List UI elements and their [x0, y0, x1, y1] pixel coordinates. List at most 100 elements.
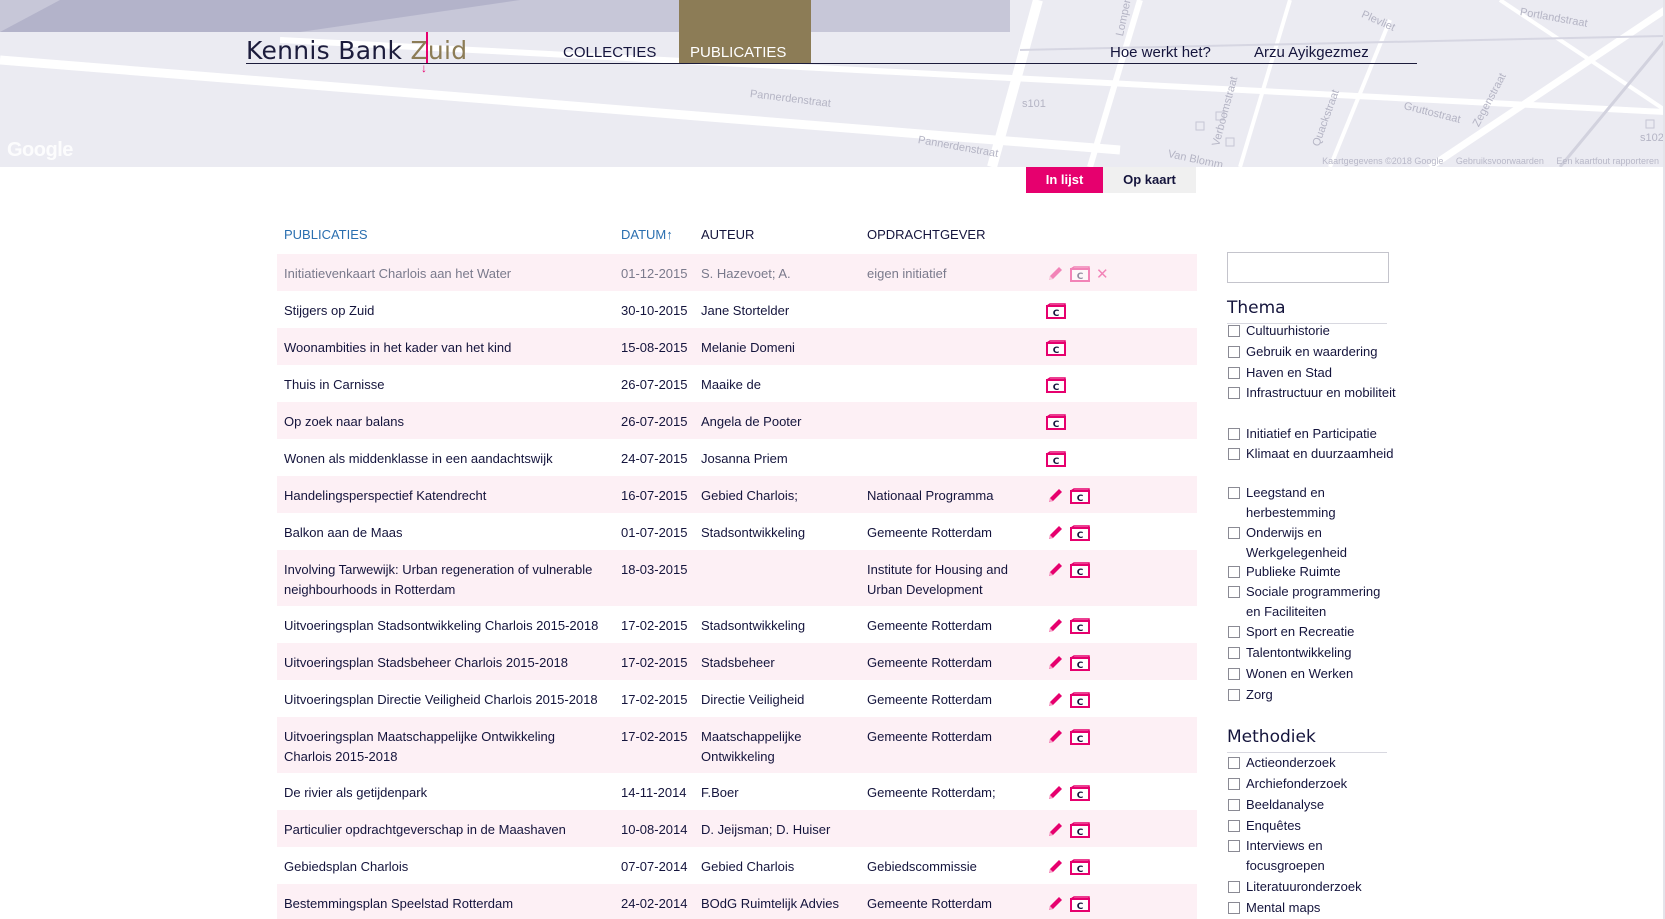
edit-pencil-icon[interactable] — [1046, 487, 1064, 505]
table-row[interactable]: Thuis in Carnisse 26-07-2015 Maaike de C — [277, 365, 1197, 402]
filter-checkbox[interactable] — [1228, 626, 1240, 638]
table-row[interactable]: Stijgers op Zuid 30-10-2015 Jane Stortelde… — [277, 291, 1197, 328]
table-row[interactable]: Bestemmingsplan Speelstad Rotterdam 24-02… — [277, 884, 1197, 919]
filter-checkbox[interactable] — [1228, 820, 1240, 832]
view-map-button[interactable]: Op kaart — [1103, 167, 1196, 193]
nav-user-menu[interactable]: Arzu Ayikgezmez — [1254, 44, 1369, 61]
collection-icon[interactable]: C — [1070, 488, 1090, 504]
map-header[interactable]: Portlandstraat Pannerdenstraat Pannerden… — [0, 0, 1665, 167]
publication-title[interactable]: Uitvoeringsplan Maatschappelijke Ontwikk… — [284, 727, 602, 767]
table-row[interactable]: Balkon aan de Maas 01-07-2015 Stadsontwikk… — [277, 513, 1197, 550]
edit-pencil-icon[interactable] — [1046, 561, 1064, 579]
publication-title[interactable]: Bestemmingsplan Speelstad Rotterdam — [284, 894, 602, 914]
collection-icon[interactable]: C — [1070, 562, 1090, 578]
table-row[interactable]: Gebiedsplan Charlois 07-07-2014 Gebied Cha… — [277, 847, 1197, 884]
filter-checkbox[interactable] — [1228, 448, 1240, 460]
table-row[interactable]: Particulier opdrachtgeverschap in de Maa… — [277, 810, 1197, 847]
collection-icon[interactable]: C — [1070, 618, 1090, 634]
publication-title[interactable]: Woonambities in het kader van het kind — [284, 338, 602, 358]
table-row[interactable]: De rivier als getijdenpark 14-11-2014 F.Bo… — [277, 773, 1197, 810]
edit-pencil-icon[interactable] — [1046, 691, 1064, 709]
table-row[interactable]: Uitvoeringsplan Stadsontwikkeling Charlo… — [277, 606, 1197, 643]
collection-icon[interactable]: C — [1070, 525, 1090, 541]
table-row[interactable]: Op zoek naar balans 26-07-2015 Angela de P… — [277, 402, 1197, 439]
filter-checkbox[interactable] — [1228, 346, 1240, 358]
edit-pencil-icon[interactable] — [1046, 617, 1064, 635]
publication-title[interactable]: Wonen als middenklasse in een aandachtsw… — [284, 449, 602, 469]
table-row[interactable]: Uitvoeringsplan Stadsbeheer Charlois 201… — [277, 643, 1197, 680]
nav-hoe-werkt-het[interactable]: Hoe werkt het? — [1110, 44, 1211, 61]
publication-title[interactable]: Stijgers op Zuid — [284, 301, 602, 321]
publication-title[interactable]: Particulier opdrachtgeverschap in de Maa… — [284, 820, 602, 840]
filter-checkbox[interactable] — [1228, 647, 1240, 659]
edit-pencil-icon[interactable] — [1046, 784, 1064, 802]
filter-checkbox[interactable] — [1228, 325, 1240, 337]
filter-checkbox[interactable] — [1228, 566, 1240, 578]
terms-link[interactable]: Gebruiksvoorwaarden — [1456, 156, 1544, 166]
filter-checkbox[interactable] — [1228, 689, 1240, 701]
edit-pencil-icon[interactable] — [1046, 654, 1064, 672]
delete-icon[interactable]: ✕ — [1096, 266, 1109, 282]
collection-icon[interactable]: C — [1046, 414, 1066, 430]
collection-icon[interactable]: C — [1070, 692, 1090, 708]
edit-pencil-icon[interactable] — [1046, 728, 1064, 746]
column-header-auteur[interactable]: AUTEUR — [701, 227, 754, 242]
filter-search-input[interactable] — [1227, 252, 1389, 283]
filter-checkbox[interactable] — [1228, 487, 1240, 499]
table-row[interactable]: Handelingsperspectief Katendrecht 16-07-2… — [277, 476, 1197, 513]
table-row[interactable]: Woonambities in het kader van het kind 15… — [277, 328, 1197, 365]
publication-title[interactable]: Uitvoeringsplan Directie Veiligheid Char… — [284, 690, 602, 710]
report-error-link[interactable]: Een kaartfout rapporteren — [1556, 156, 1659, 166]
filter-checkbox[interactable] — [1228, 881, 1240, 893]
edit-pencil-icon[interactable] — [1046, 265, 1064, 283]
filter-checkbox[interactable] — [1228, 586, 1240, 598]
view-list-button[interactable]: In lijst — [1026, 167, 1103, 193]
publication-title[interactable]: Gebiedsplan Charlois — [284, 857, 602, 877]
publication-title[interactable]: Uitvoeringsplan Stadsontwikkeling Charlo… — [284, 616, 602, 636]
filter-checkbox[interactable] — [1228, 778, 1240, 790]
filter-checkbox[interactable] — [1228, 428, 1240, 440]
publication-title[interactable]: De rivier als getijdenpark — [284, 783, 602, 803]
filter-checkbox[interactable] — [1228, 367, 1240, 379]
collection-icon[interactable]: C — [1070, 655, 1090, 671]
publication-title[interactable]: Handelingsperspectief Katendrecht — [284, 486, 602, 506]
table-row[interactable]: Wonen als middenklasse in een aandachtsw… — [277, 439, 1197, 476]
filter-checkbox[interactable] — [1228, 527, 1240, 539]
collection-icon[interactable]: C — [1070, 785, 1090, 801]
filter-checkbox[interactable] — [1228, 387, 1240, 399]
edit-pencil-icon[interactable] — [1046, 821, 1064, 839]
nav-collecties[interactable]: COLLECTIES — [563, 44, 656, 61]
nav-publicaties[interactable]: PUBLICATIES — [679, 0, 811, 63]
collection-icon[interactable]: C — [1070, 896, 1090, 912]
collection-icon[interactable]: C — [1046, 340, 1066, 356]
publication-title[interactable]: Thuis in Carnisse — [284, 375, 602, 395]
brand-logo[interactable]: Kennis Bank Zuid — [246, 36, 467, 65]
filter-checkbox[interactable] — [1228, 840, 1240, 852]
publication-title[interactable]: Initiatievenkaart Charlois aan het Water — [284, 264, 602, 284]
table-row[interactable]: Uitvoeringsplan Maatschappelijke Ontwikk… — [277, 717, 1197, 773]
filter-checkbox[interactable] — [1228, 757, 1240, 769]
filter-checkbox[interactable] — [1228, 668, 1240, 680]
edit-pencil-icon[interactable] — [1046, 858, 1064, 876]
table-row[interactable]: Uitvoeringsplan Directie Veiligheid Char… — [277, 680, 1197, 717]
filter-checkbox[interactable] — [1228, 902, 1240, 914]
edit-pencil-icon[interactable] — [1046, 524, 1064, 542]
publication-title[interactable]: Balkon aan de Maas — [284, 523, 602, 543]
table-row[interactable]: Involving Tarwewijk: Urban regeneration … — [277, 550, 1197, 606]
collection-icon[interactable]: C — [1046, 303, 1066, 319]
collection-icon[interactable]: C — [1046, 451, 1066, 467]
collection-icon[interactable]: C — [1046, 377, 1066, 393]
column-header-publicaties[interactable]: PUBLICATIES — [284, 227, 368, 242]
collection-icon[interactable]: C — [1070, 859, 1090, 875]
filter-checkbox[interactable] — [1228, 799, 1240, 811]
column-header-datum[interactable]: DATUM↑ — [621, 227, 673, 242]
publication-title[interactable]: Involving Tarwewijk: Urban regeneration … — [284, 560, 602, 600]
publication-title[interactable]: Op zoek naar balans — [284, 412, 602, 432]
table-row[interactable]: Initiatievenkaart Charlois aan het Water… — [277, 254, 1197, 291]
collection-icon[interactable]: C — [1070, 266, 1090, 282]
publication-title[interactable]: Uitvoeringsplan Stadsbeheer Charlois 201… — [284, 653, 602, 673]
edit-pencil-icon[interactable] — [1046, 895, 1064, 913]
collection-icon[interactable]: C — [1070, 729, 1090, 745]
collection-icon[interactable]: C — [1070, 822, 1090, 838]
column-header-opdrachtgever[interactable]: OPDRACHTGEVER — [867, 227, 985, 242]
